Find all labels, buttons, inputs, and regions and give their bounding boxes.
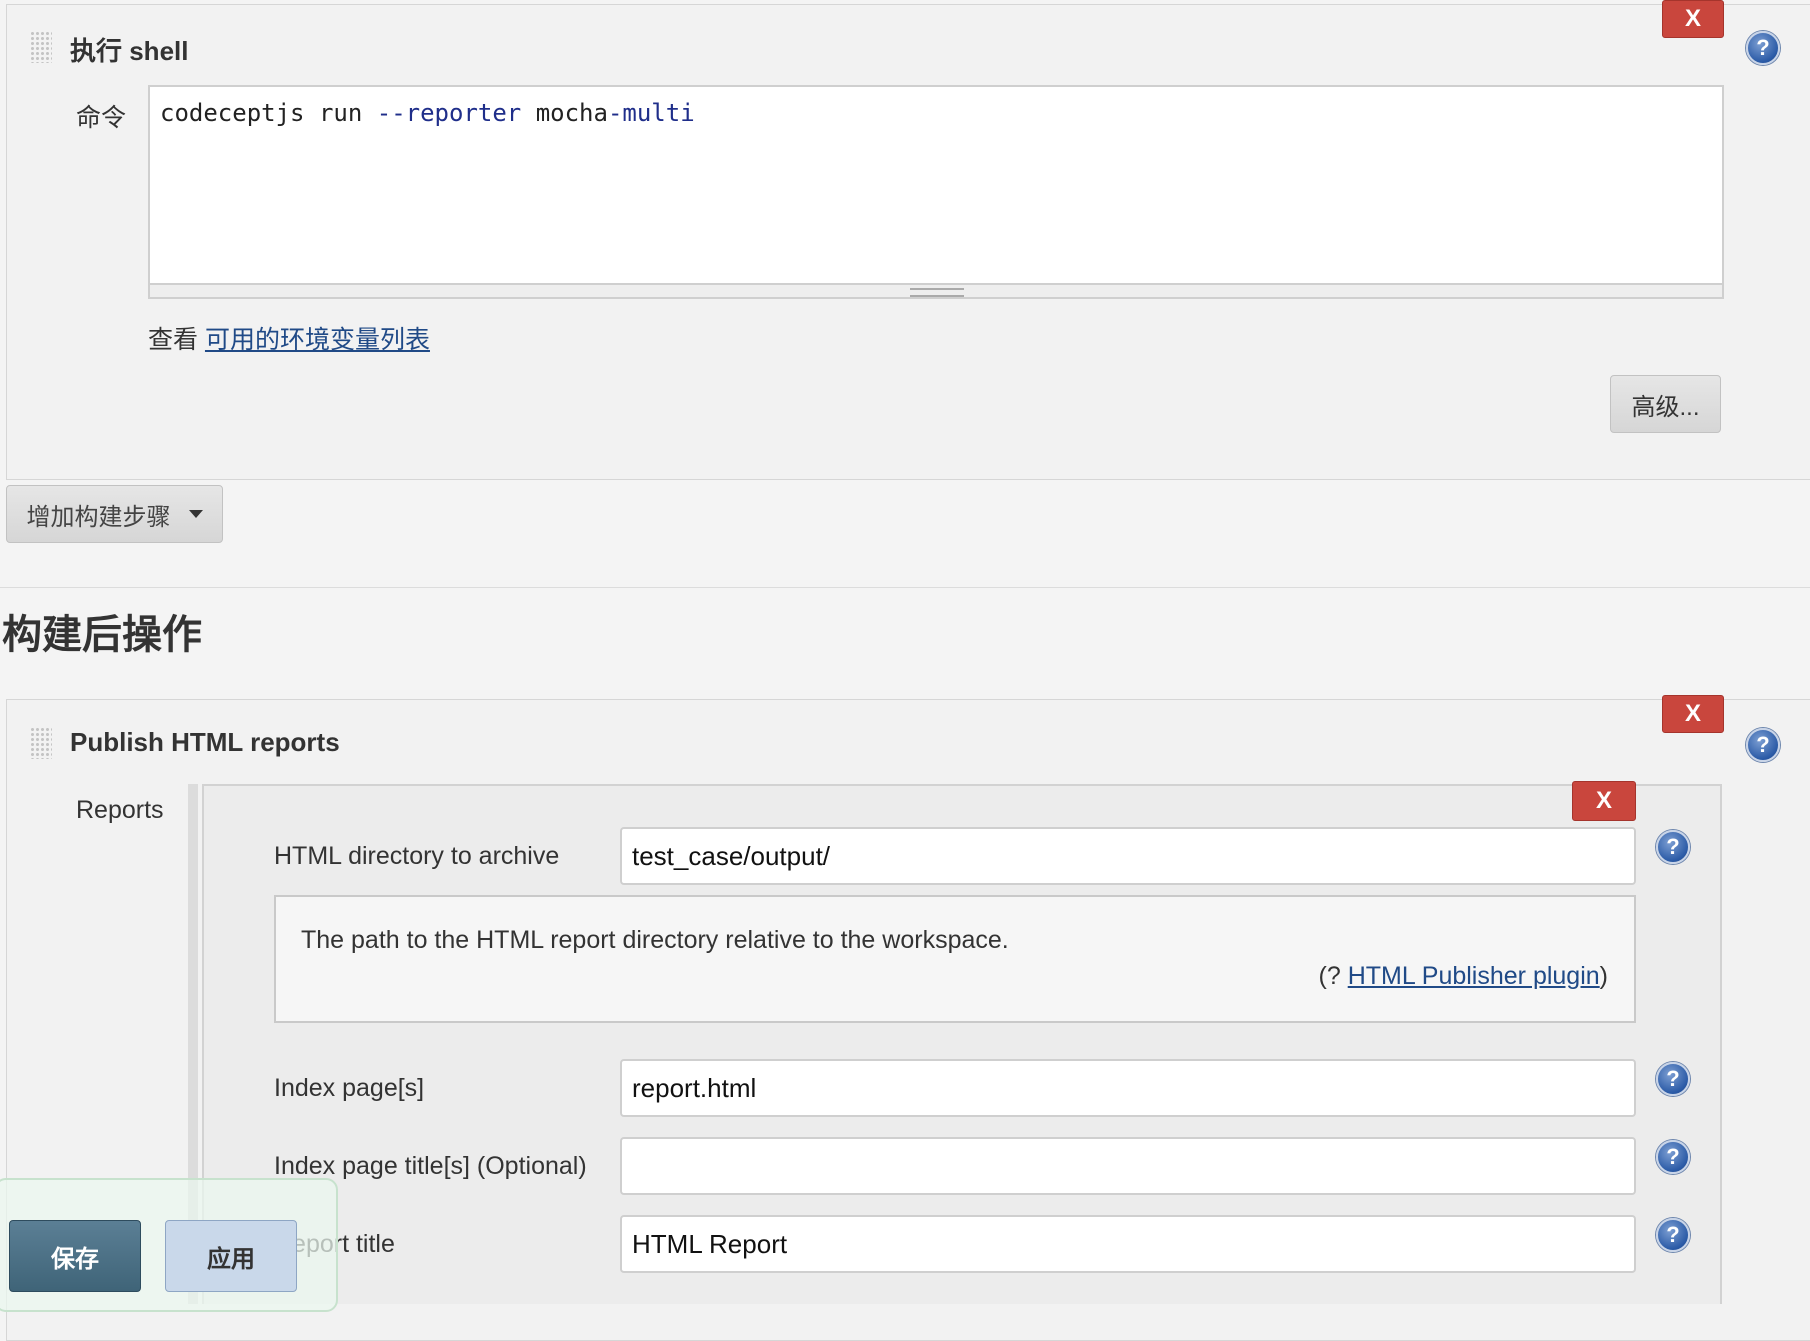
env-prefix: 查看 [148,326,205,354]
directory-value: test_case/output/ [632,840,831,871]
plugin-prefix: (? [1318,962,1348,990]
section-divider [0,587,1810,588]
directory-label: HTML directory to archive [274,842,560,870]
publisher-title: Publish HTML reports [70,727,340,757]
command-textarea[interactable]: codeceptjs run --reporter mocha-multi [148,85,1724,285]
index-titles-label: Index page title[s] (Optional) [274,1152,587,1180]
env-var-line: 查看 可用的环境变量列表 [148,320,430,356]
advanced-button[interactable]: 高级... [1610,375,1721,433]
env-vars-link[interactable]: 可用的环境变量列表 [205,326,430,354]
add-build-step-button[interactable]: 增加构建步骤 [6,485,223,543]
report-title-input[interactable]: HTML Report [620,1215,1636,1273]
drag-handle-icon[interactable] [30,727,52,759]
command-label: 命令 [76,104,127,132]
delete-report-button[interactable]: X [1572,781,1636,821]
reports-label: Reports [76,796,164,824]
index-pages-input[interactable]: report.html [620,1059,1636,1117]
command-keyword: --reporter [376,99,522,127]
help-icon[interactable]: ? [1656,1062,1690,1096]
index-titles-input[interactable] [620,1137,1636,1195]
shell-step-title: 执行 shell [70,36,189,66]
html-publisher-plugin-link[interactable]: HTML Publisher plugin [1348,962,1600,990]
help-icon[interactable]: ? [1656,1218,1690,1252]
help-icon[interactable]: ? [1746,31,1780,65]
delete-publisher-button[interactable]: X [1662,695,1724,733]
post-build-heading: 构建后操作 [2,613,202,657]
plugin-suffix: ) [1599,962,1608,990]
help-icon[interactable]: ? [1656,830,1690,864]
plugin-reference: (? HTML Publisher plugin) [1319,962,1608,991]
caret-down-icon [188,510,203,518]
add-build-step-label: 增加构建步骤 [26,503,171,531]
save-button[interactable]: 保存 [9,1220,141,1292]
index-pages-value: report.html [632,1072,757,1103]
command-text: codeceptjs run [160,99,377,127]
directory-help-text: The path to the HTML report directory re… [301,926,1009,954]
delete-shell-step-button[interactable]: X [1662,0,1724,38]
directory-input[interactable]: test_case/output/ [620,827,1636,885]
drag-handle-icon[interactable] [30,31,52,63]
directory-help-box [274,895,1636,1023]
report-title-value: HTML Report [632,1228,788,1259]
command-keyword: -multi [607,99,695,127]
index-pages-label: Index page[s] [274,1074,425,1102]
help-icon[interactable]: ? [1746,728,1780,762]
command-text: mocha [521,99,608,127]
apply-button[interactable]: 应用 [165,1220,297,1292]
help-icon[interactable]: ? [1656,1140,1690,1174]
grip-icon [910,288,964,297]
textarea-resize-handle[interactable] [148,285,1724,299]
